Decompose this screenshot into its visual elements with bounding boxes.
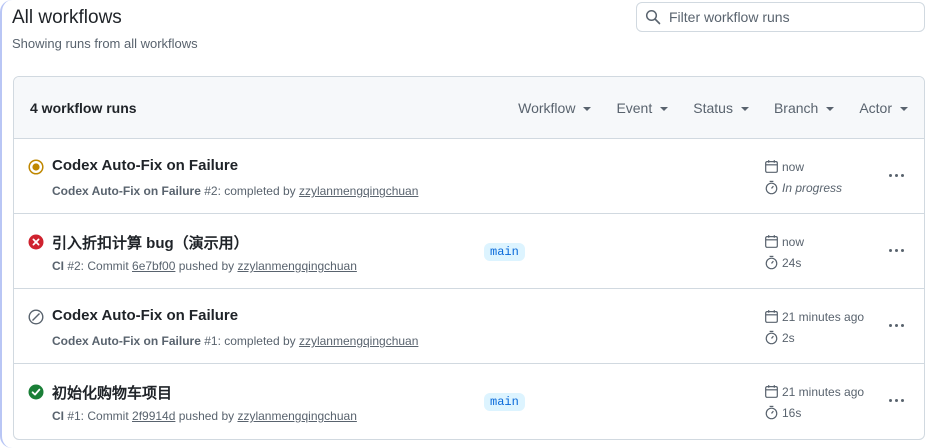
run-meta: CI #1: Commit 2f9914d pushed by zzylanme…: [52, 409, 357, 423]
filter-branch-dropdown[interactable]: Branch: [773, 99, 835, 116]
calendar-icon: [765, 310, 778, 323]
run-menu-button[interactable]: [886, 390, 906, 410]
run-date: now: [764, 159, 804, 174]
filter-workflow-label: Workflow: [518, 99, 576, 116]
run-workflow-name: Codex Auto-Fix on Failure: [52, 184, 201, 198]
run-detail: pushed by: [175, 259, 238, 273]
kebab-horizontal-icon: [900, 248, 904, 252]
filter-runs-input[interactable]: [669, 9, 909, 25]
run-duration-text: In progress: [782, 180, 843, 195]
run-date-text: 21 minutes ago: [782, 384, 865, 399]
branch-label[interactable]: main: [484, 243, 525, 261]
skipped-status-icon: [28, 309, 44, 325]
filter-actor-dropdown[interactable]: Actor: [859, 100, 908, 116]
filter-event-dropdown[interactable]: Event: [616, 99, 669, 116]
chevron-down-icon: [583, 106, 592, 111]
filter-event-label: Event: [616, 99, 653, 116]
workflows-page: All workflows Showing runs from all work…: [0, 0, 929, 448]
run-duration: 24s: [764, 255, 801, 270]
run-duration: In progress: [764, 180, 842, 195]
stopwatch-icon: [765, 330, 778, 345]
run-meta: Codex Auto-Fix on Failure #1: completed …: [52, 334, 418, 348]
branch-label[interactable]: main: [484, 393, 525, 411]
run-detail: #2: completed by: [200, 184, 299, 198]
run-duration: 2s: [764, 330, 795, 345]
run-detail: #2: Commit: [64, 259, 133, 273]
stopwatch-icon: [765, 180, 778, 195]
run-duration-text: 16s: [782, 405, 802, 420]
filter-status-label: Status: [693, 99, 733, 116]
kebab-horizontal-icon: [894, 323, 898, 327]
page-subtitle: Showing runs from all workflows: [12, 36, 198, 51]
kebab-horizontal-icon: [888, 173, 892, 177]
run-date-text: now: [782, 159, 805, 174]
run-title-link[interactable]: 引入折扣计算 bug（演示用）: [52, 232, 249, 253]
chevron-down-icon: [826, 106, 835, 111]
run-menu-button[interactable]: [886, 315, 906, 335]
run-menu-button[interactable]: [886, 165, 906, 185]
stopwatch-icon: [765, 255, 778, 270]
workflow-run-row: Codex Auto-Fix on Failure Codex Auto-Fix…: [14, 289, 924, 364]
run-meta: Codex Auto-Fix on Failure #2: completed …: [52, 184, 418, 198]
filter-runs-box[interactable]: [636, 2, 925, 32]
run-title-link[interactable]: Codex Auto-Fix on Failure: [52, 157, 238, 174]
kebab-horizontal-icon: [888, 323, 892, 327]
run-workflow-name: CI: [52, 259, 64, 273]
success-status-icon: [28, 384, 44, 400]
run-meta: CI #2: Commit 6e7bf00 pushed by zzylanme…: [52, 259, 357, 273]
run-date: 21 minutes ago: [764, 309, 864, 324]
page-title: All workflows: [12, 7, 122, 28]
actor-link[interactable]: zzylanmengqingchuan: [299, 184, 418, 198]
actor-link[interactable]: zzylanmengqingchuan: [237, 259, 356, 273]
run-duration: 16s: [764, 405, 801, 420]
list-header: 4 workflow runs Workflow Event Status Br…: [14, 77, 924, 139]
filter-workflow-dropdown[interactable]: Workflow: [518, 99, 592, 116]
filter-actor-label: Actor: [859, 99, 892, 116]
chevron-down-icon: [740, 106, 749, 111]
filter-branch-label: Branch: [773, 99, 819, 116]
commit-link[interactable]: 6e7bf00: [132, 259, 175, 273]
kebab-horizontal-icon: [894, 248, 898, 252]
failure-status-icon: [28, 234, 44, 250]
run-workflow-name: CI: [52, 409, 64, 423]
run-title-link[interactable]: 初始化购物车项目: [52, 382, 172, 403]
search-icon: [645, 9, 661, 25]
commit-link[interactable]: 2f9914d: [132, 409, 175, 423]
run-title-link[interactable]: Codex Auto-Fix on Failure: [52, 307, 238, 324]
actor-link[interactable]: zzylanmengqingchuan: [299, 334, 418, 348]
kebab-horizontal-icon: [900, 173, 904, 177]
kebab-horizontal-icon: [888, 248, 892, 252]
in-progress-status-icon: [28, 159, 44, 175]
run-workflow-name: Codex Auto-Fix on Failure: [52, 334, 201, 348]
chevron-down-icon: [660, 106, 669, 111]
kebab-horizontal-icon: [900, 323, 904, 327]
run-detail: #1: Commit: [64, 409, 133, 423]
calendar-icon: [765, 235, 778, 248]
kebab-horizontal-icon: [900, 398, 904, 402]
filter-status-dropdown[interactable]: Status: [693, 100, 749, 116]
workflow-runs-list: 4 workflow runs Workflow Event Status Br…: [13, 76, 925, 440]
run-date: 21 minutes ago: [764, 384, 864, 399]
workflow-run-row: Codex Auto-Fix on Failure Codex Auto-Fix…: [14, 139, 924, 214]
kebab-horizontal-icon: [894, 173, 898, 177]
run-date-text: 21 minutes ago: [782, 309, 865, 324]
run-detail: pushed by: [175, 409, 238, 423]
stopwatch-icon: [765, 405, 778, 420]
kebab-horizontal-icon: [894, 398, 898, 402]
calendar-icon: [765, 160, 778, 173]
run-date-text: now: [782, 234, 805, 249]
run-count: 4 workflow runs: [30, 99, 137, 116]
chevron-down-icon: [900, 106, 908, 111]
run-duration-text: 2s: [782, 330, 795, 345]
calendar-icon: [765, 385, 778, 398]
run-menu-button[interactable]: [886, 240, 906, 260]
kebab-horizontal-icon: [888, 398, 892, 402]
workflow-run-row: 初始化购物车项目 CI #1: Commit 2f9914d pushed by…: [14, 364, 924, 439]
actor-link[interactable]: zzylanmengqingchuan: [237, 409, 356, 423]
run-duration-text: 24s: [782, 255, 802, 270]
run-date: now: [764, 234, 804, 249]
workflow-run-row: 引入折扣计算 bug（演示用） CI #2: Commit 6e7bf00 pu…: [14, 214, 924, 289]
run-detail: #1: completed by: [200, 334, 299, 348]
